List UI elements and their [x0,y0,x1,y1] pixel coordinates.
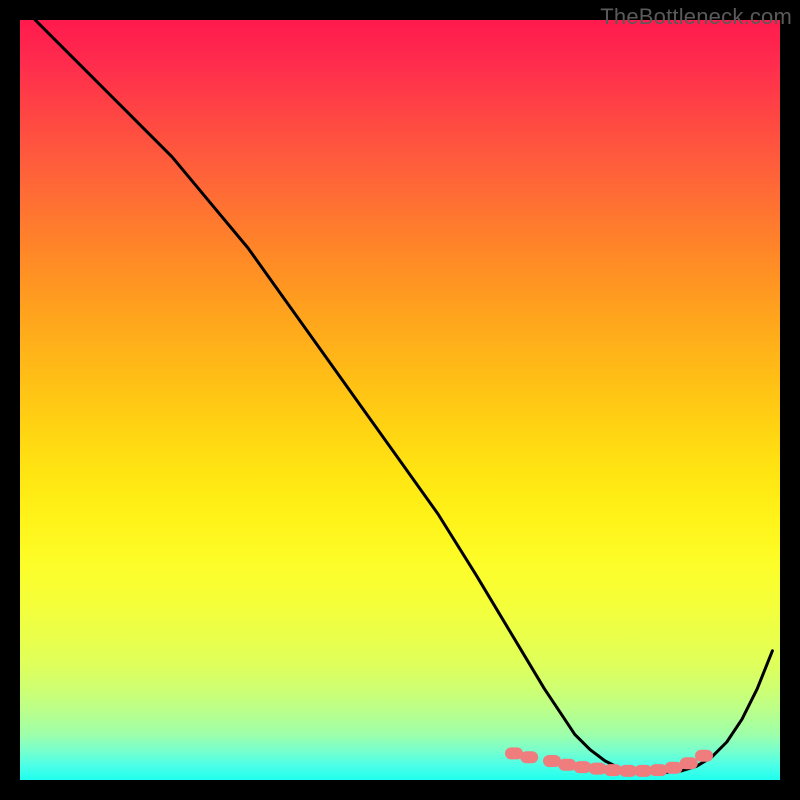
scatter-marker [573,761,591,773]
scatter-marker [558,759,576,771]
chart-frame: TheBottleneck.com [0,0,800,800]
scatter-marker [589,763,607,775]
scatter-marker [680,757,698,769]
scatter-marker [695,750,713,762]
chart-plot-area [20,20,780,780]
bottleneck-curve [35,20,772,772]
scatter-marker [649,764,667,776]
scatter-marker [520,751,538,763]
watermark-text: TheBottleneck.com [600,4,792,30]
chart-overlay [20,20,780,780]
